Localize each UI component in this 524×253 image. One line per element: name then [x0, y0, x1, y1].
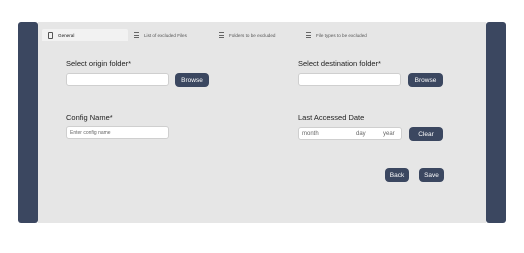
list-icon — [306, 32, 311, 38]
date-year[interactable]: year — [383, 131, 395, 137]
tab-bar: General List of excluded Files Folders t… — [42, 29, 388, 41]
config-name-label: Config Name* — [66, 113, 113, 122]
date-day[interactable]: day — [356, 131, 366, 137]
destination-browse-button[interactable]: Browse — [408, 73, 443, 87]
tab-label: List of excluded Files — [144, 32, 187, 38]
tab-label: File types to be excluded — [316, 32, 367, 38]
date-input[interactable]: month day year — [298, 127, 402, 140]
list-icon — [219, 32, 224, 38]
origin-folder-label: Select origin folder* — [66, 59, 132, 68]
origin-browse-button[interactable]: Browse — [175, 73, 209, 87]
destination-folder-input[interactable] — [298, 73, 401, 86]
settings-panel: General List of excluded Files Folders t… — [38, 22, 486, 223]
tab-excluded-files[interactable]: List of excluded Files — [128, 29, 213, 41]
list-icon — [134, 32, 139, 38]
clear-date-button[interactable]: Clear — [409, 127, 443, 141]
phone-icon — [48, 31, 53, 39]
tab-general[interactable]: General — [42, 29, 128, 41]
origin-folder-input[interactable] — [66, 73, 169, 86]
last-accessed-label: Last Accessed Date — [298, 113, 365, 122]
back-button[interactable]: Back — [385, 168, 409, 182]
tab-label: Folders to be excluded — [229, 32, 276, 38]
right-side-bar — [486, 22, 506, 223]
tab-excluded-file-types[interactable]: File types to be excluded — [300, 29, 388, 41]
tab-label: General — [58, 32, 75, 38]
destination-folder-label: Select destination folder* — [298, 59, 381, 68]
tab-excluded-folders[interactable]: Folders to be excluded — [213, 29, 300, 41]
date-month[interactable]: month — [302, 131, 319, 137]
config-name-input[interactable]: Enter config name — [66, 126, 169, 139]
left-side-bar — [18, 22, 38, 223]
save-button[interactable]: Save — [419, 168, 444, 182]
